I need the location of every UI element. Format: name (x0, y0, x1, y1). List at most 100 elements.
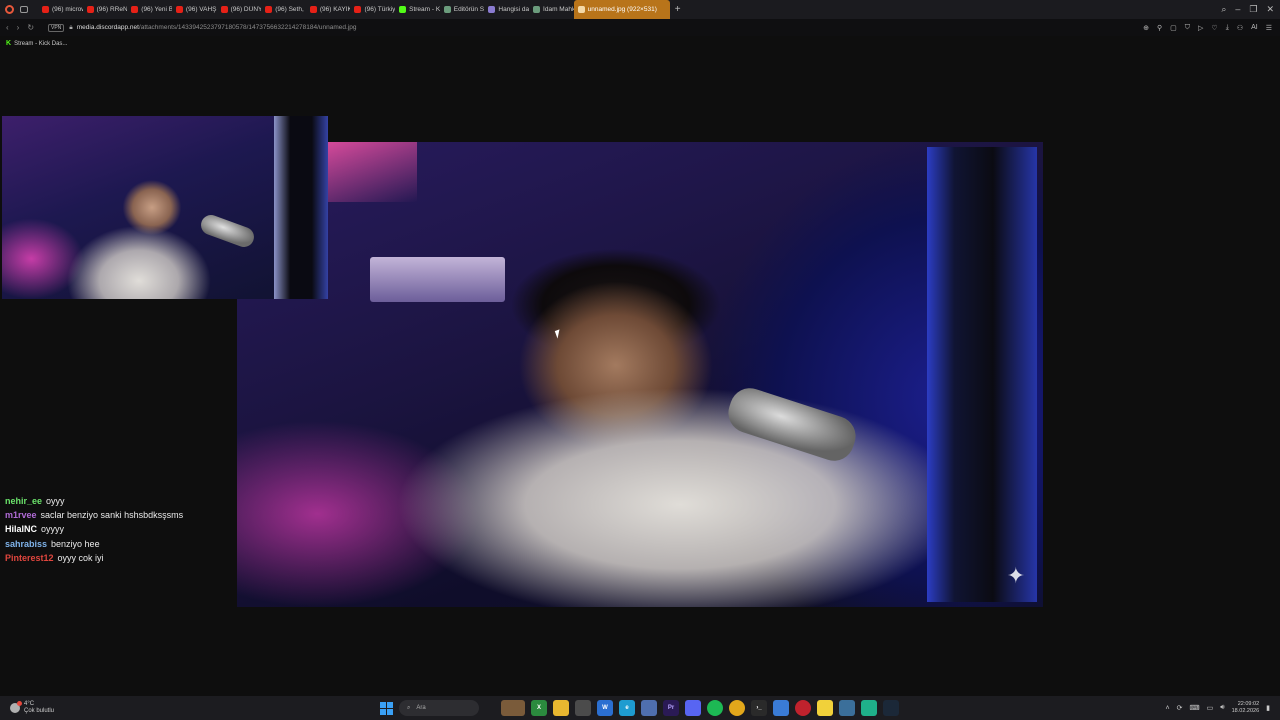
tab[interactable]: (96) microworks - YouT (38, 0, 83, 19)
window-controls: ⌕ – ❐ ✕ (1221, 4, 1280, 15)
workspaces-icon[interactable] (20, 6, 28, 13)
gallery-icon[interactable] (773, 700, 789, 716)
youtube-icon (220, 6, 228, 13)
web-icon (443, 6, 451, 13)
tab-title: Hangisi daha sinir bozu (498, 6, 530, 13)
notification-icon[interactable]: ▮ (1266, 704, 1270, 712)
forward-icon[interactable]: › (17, 23, 20, 32)
youtube-icon (86, 6, 94, 13)
calculator-icon[interactable] (575, 700, 591, 716)
tab[interactable]: (96) Yeni Bir Destan Ya (127, 0, 172, 19)
app-icon[interactable] (861, 700, 877, 716)
ai-button[interactable]: AI (1251, 24, 1258, 32)
terminal-icon[interactable]: ›_ (751, 700, 767, 716)
premiere-icon[interactable]: Pr (663, 700, 679, 716)
zoom-icon[interactable]: ⊕ (1143, 24, 1149, 32)
tab[interactable]: (96) KAYIKLA OKYANU (306, 0, 350, 19)
snapshot-icon[interactable]: ▢ (1170, 24, 1177, 32)
back-icon[interactable]: ‹ (6, 23, 9, 32)
cloud-icon (10, 701, 22, 713)
windows-start-icon[interactable] (380, 701, 393, 715)
tab[interactable]: (96) DÜNYANIN EN TE (217, 0, 261, 19)
tab[interactable]: Hangisi daha sinir bozu (484, 0, 529, 19)
reload-icon[interactable]: ↻ (27, 23, 34, 32)
download-icon[interactable]: ⤓ (1226, 24, 1229, 32)
tab[interactable]: (96) Seth, Bütün Çalışı (261, 0, 306, 19)
new-tab-button[interactable]: + (670, 4, 686, 15)
weather-widget[interactable]: 4°C Çok bulutlu (0, 701, 380, 715)
opera-icon[interactable] (795, 700, 811, 716)
tab-title: unnamed.jpg (922×531) (587, 6, 657, 13)
tab[interactable]: Stream - Kick Dashboa (395, 0, 440, 19)
tab-title: (96) RReN Karma #76 - (96, 6, 128, 13)
volume-icon[interactable]: 🔊︎ (1220, 704, 1224, 712)
chat-message: HilalNC oyyyy (5, 522, 183, 536)
chat-text: oyyy (46, 496, 65, 506)
web-icon (533, 6, 541, 13)
air-conditioner-shape (370, 257, 505, 302)
chat-username: HilalNC (5, 524, 38, 535)
discord-icon[interactable] (685, 700, 701, 716)
sticky-notes-icon[interactable] (817, 700, 833, 716)
word-icon[interactable]: W (597, 700, 613, 716)
youtube-icon (131, 6, 139, 13)
spotify-icon[interactable] (707, 700, 723, 716)
main-image[interactable]: ✦ (237, 142, 1043, 607)
file-explorer-icon[interactable] (553, 700, 569, 716)
chat-message: sahrabiss benziyo hee (5, 537, 183, 551)
minimize-icon[interactable]: – (1235, 4, 1240, 15)
chevron-up-icon[interactable]: ˄ (1165, 705, 1169, 712)
search-icon: ⌕ (407, 704, 411, 711)
nav-buttons: ‹ › ↻ (0, 23, 48, 32)
url-host: media.discordapp.net (76, 24, 139, 31)
play-icon[interactable]: ▷ (1198, 24, 1203, 32)
edge-icon[interactable]: e (619, 700, 635, 716)
chat-text: saclar benziyo sanki hshsbdksşsms (40, 510, 184, 521)
menu-icon[interactable]: ☰ (1266, 24, 1272, 32)
tab-strip: (96) microworks - YouT (96) RReN Karma #7… (38, 0, 574, 19)
maximize-icon[interactable]: ❐ (1249, 4, 1257, 15)
tab-title: (96) microworks - YouT (52, 6, 83, 13)
bookmark-kick-dashboard[interactable]: Stream - Kick Das... (14, 41, 67, 47)
chat-username: m1rvee (5, 510, 37, 521)
image-viewer: ✦ (0, 51, 1280, 696)
opera-logo-icon[interactable] (5, 5, 14, 14)
image-file-icon (577, 6, 585, 13)
heart-icon[interactable]: ♡ (1211, 24, 1217, 32)
photos-icon[interactable] (641, 700, 657, 716)
pin-icon[interactable]: ⚲ (1157, 24, 1162, 32)
close-icon[interactable]: ✕ (1266, 4, 1274, 15)
browser-tab-bar: (96) microworks - YouT (96) RReN Karma #7… (0, 0, 1280, 19)
chat-username: sahrabiss (5, 538, 48, 549)
network-icon[interactable]: ▭ (1207, 704, 1214, 712)
tab-title: (96) VAHŞİ HAYVANLA (185, 6, 217, 13)
search-tabs-icon[interactable]: ⌕ (1221, 4, 1226, 15)
steam-icon[interactable] (883, 700, 899, 716)
keyboard-icon[interactable]: ⌨ (1189, 704, 1199, 712)
tab-title: (96) Seth, Bütün Çalışı (275, 6, 306, 13)
tab-title: Editörün Seçimi - Turna (453, 6, 485, 13)
sync-icon[interactable]: ⟳ (1177, 704, 1183, 712)
tab[interactable]: İdam Mahkumlarının Sı (529, 0, 574, 19)
tab[interactable]: Editörün Seçimi - Turna (440, 0, 485, 19)
address-bar: ‹ › ↻ VPN 🔒︎ media.discordapp.net/attach… (0, 19, 1280, 36)
url-field[interactable]: 🔒︎ media.discordapp.net/attachments/1433… (69, 24, 1143, 32)
tab-active[interactable]: unnamed.jpg (922×531) (573, 0, 670, 19)
clock[interactable]: 22:09:02 18.02.2026 (1232, 701, 1260, 715)
tab-title: İdam Mahkumlarının Sı (543, 6, 574, 13)
tab[interactable]: (96) VAHŞİ HAYVANLA (172, 0, 217, 19)
kick-icon (399, 6, 407, 13)
taskbar-search[interactable]: ⌕ Ara (399, 700, 479, 716)
shield-icon[interactable]: ⛉ (1185, 24, 1190, 32)
profile-icon[interactable]: ⚇ (1237, 24, 1243, 32)
vpn-badge[interactable]: VPN (48, 23, 65, 32)
settings-icon[interactable] (839, 700, 855, 716)
webcam-overlay (2, 116, 328, 299)
xbox-icon[interactable]: X (531, 700, 547, 716)
tab[interactable]: (96) Türkiye'nin En Kor (350, 0, 395, 19)
widgets-icon[interactable] (501, 700, 525, 716)
youtube-icon (354, 6, 362, 13)
window-shape (927, 147, 1037, 602)
tab[interactable]: (96) RReN Karma #76 - (83, 0, 128, 19)
chrome-icon[interactable] (729, 700, 745, 716)
